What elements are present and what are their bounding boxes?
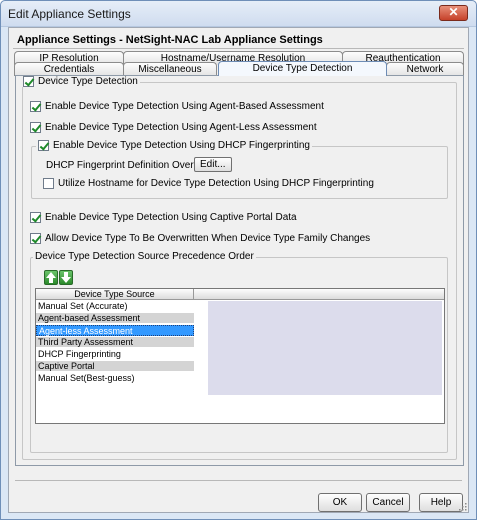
agent-less-checkbox[interactable]	[30, 122, 41, 133]
window-title: Edit Appliance Settings	[8, 7, 131, 21]
table-row-selected[interactable]: Agent-less Assessment	[36, 325, 194, 336]
tab-credentials[interactable]: Credentials	[14, 62, 124, 76]
dhcp-overrides-label: DHCP Fingerprint Definition Overrides:	[46, 160, 219, 171]
page-title: Appliance Settings - NetSight-NAC Lab Ap…	[17, 34, 323, 46]
help-button[interactable]: Help	[419, 493, 463, 512]
table-row[interactable]: Third Party Assessment	[36, 337, 194, 348]
device-type-detection-checkbox[interactable]	[23, 76, 34, 87]
table-row[interactable]: Manual Set(Best-guess)	[36, 373, 194, 384]
dhcp-overrides-edit-button[interactable]: Edit...	[194, 157, 232, 172]
move-up-button[interactable]	[44, 270, 58, 285]
agent-less-label: Enable Device Type Detection Using Agent…	[45, 122, 317, 133]
close-button[interactable]: ✕	[439, 5, 468, 21]
agent-based-checkbox[interactable]	[30, 101, 41, 112]
table-empty-area	[194, 301, 444, 421]
tab-device-type-detection[interactable]: Device Type Detection	[218, 61, 387, 76]
dhcp-fingerprinting-legend: Enable Device Type Detection Using DHCP …	[36, 140, 312, 151]
cancel-button[interactable]: Cancel	[366, 493, 410, 512]
arrow-down-icon	[61, 272, 71, 283]
table-row[interactable]: Captive Portal	[36, 361, 194, 372]
header-divider	[13, 48, 464, 49]
dialog-client-area: Appliance Settings - NetSight-NAC Lab Ap…	[8, 27, 469, 513]
captive-portal-label: Enable Device Type Detection Using Capti…	[45, 212, 297, 223]
table-row[interactable]: Agent-based Assessment	[36, 313, 194, 324]
dialog-window: Edit Appliance Settings ✕ Appliance Sett…	[0, 0, 477, 520]
allow-overwrite-checkbox[interactable]	[30, 233, 41, 244]
resize-grip-icon[interactable]	[459, 503, 467, 511]
table-shaded-band	[208, 301, 442, 395]
title-bar[interactable]: Edit Appliance Settings ✕	[1, 1, 476, 27]
allow-overwrite-label: Allow Device Type To Be Overwritten When…	[45, 233, 371, 244]
arrow-up-icon	[46, 272, 56, 283]
ok-button[interactable]: OK	[318, 493, 362, 512]
table-row[interactable]: DHCP Fingerprinting	[36, 349, 194, 360]
device-type-detection-label: Device Type Detection	[38, 76, 138, 87]
dhcp-fingerprinting-group: Enable Device Type Detection Using DHCP …	[31, 140, 448, 199]
agent-based-option[interactable]: Enable Device Type Detection Using Agent…	[30, 101, 324, 112]
tab-miscellaneous[interactable]: Miscellaneous	[123, 62, 217, 76]
precedence-order-legend: Device Type Detection Source Precedence …	[33, 251, 256, 262]
precedence-table: Device Type Source Manual Set (Accurate)…	[35, 288, 445, 424]
table-row[interactable]: Manual Set (Accurate)	[36, 301, 194, 312]
captive-portal-option[interactable]: Enable Device Type Detection Using Capti…	[30, 212, 297, 223]
device-type-detection-legend: Device Type Detection	[21, 76, 140, 87]
agent-based-label: Enable Device Type Detection Using Agent…	[45, 101, 324, 112]
button-bar-divider	[15, 480, 462, 481]
column-header-device-type-source[interactable]: Device Type Source	[36, 289, 194, 300]
allow-overwrite-option[interactable]: Allow Device Type To Be Overwritten When…	[30, 233, 370, 244]
tab-network[interactable]: Network	[386, 62, 464, 76]
hostname-dhcp-label: Utilize Hostname for Device Type Detecti…	[58, 178, 374, 189]
column-header-filler	[194, 289, 444, 300]
agent-less-option[interactable]: Enable Device Type Detection Using Agent…	[30, 122, 317, 133]
hostname-dhcp-checkbox[interactable]	[43, 178, 54, 189]
move-down-button[interactable]	[59, 270, 73, 285]
hostname-dhcp-option[interactable]: Utilize Hostname for Device Type Detecti…	[43, 178, 374, 189]
captive-portal-checkbox[interactable]	[30, 212, 41, 223]
dhcp-checkbox[interactable]	[38, 140, 49, 151]
dhcp-label: Enable Device Type Detection Using DHCP …	[53, 140, 310, 151]
